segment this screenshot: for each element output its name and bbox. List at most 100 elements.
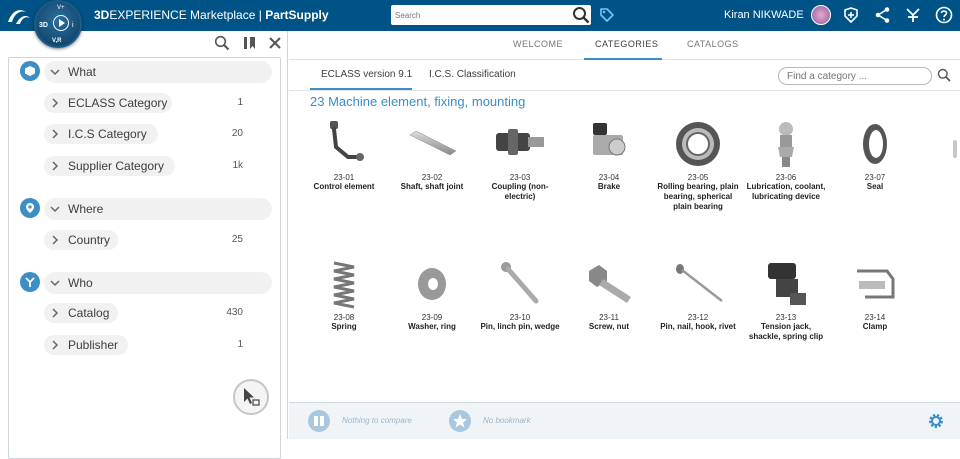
filter-item-country[interactable]: Country 25 — [44, 230, 243, 250]
compass-top-label: V+ — [57, 5, 65, 11]
category-code: 23-12 — [687, 313, 709, 322]
search-box[interactable] — [391, 5, 591, 25]
category-name: Washer, ring — [408, 322, 456, 331]
category-code: 23-11 — [599, 313, 619, 322]
bottom-bar: Nothing to compare No bookmark — [289, 402, 960, 439]
select-mode-button[interactable] — [233, 379, 269, 415]
category-card[interactable]: 23-11 Screw, nut — [568, 257, 650, 332]
category-name: Screw, nut — [588, 322, 630, 331]
item-label: Publisher — [68, 338, 119, 352]
category-code: 23-02 — [421, 173, 443, 182]
category-card[interactable]: 23-07 Seal — [834, 117, 916, 192]
nail-icon — [676, 264, 723, 302]
item-label: Supplier Category — [68, 159, 165, 173]
section-label: Where — [68, 202, 104, 216]
category-card[interactable]: 23-08 Spring — [303, 257, 385, 332]
category-card[interactable]: 23-04 Brake — [568, 117, 650, 192]
avatar[interactable] — [811, 5, 831, 25]
category-code: 23-14 — [864, 313, 886, 322]
tab-ics[interactable]: I.C.S. Classification — [429, 69, 516, 80]
help-icon[interactable] — [935, 6, 953, 24]
section-what[interactable]: What — [44, 61, 272, 83]
search-input[interactable] — [395, 8, 565, 22]
tab-categories[interactable]: CATEGORIES — [595, 39, 658, 49]
category-name: Seal — [866, 182, 884, 191]
cursor-icon — [244, 388, 260, 406]
filter-item-eclass-category[interactable]: ECLASS Category 1 — [44, 93, 243, 113]
search-filter-icon[interactable] — [214, 35, 230, 51]
category-card[interactable]: 23-13 Tension jack, shackle, spring clip — [745, 257, 827, 342]
item-label: Catalog — [68, 306, 110, 320]
section-where[interactable]: Where — [44, 198, 272, 220]
chevron-right-icon[interactable] — [49, 339, 61, 351]
section-who[interactable]: Who — [44, 272, 272, 294]
active-subtab-indicator — [310, 88, 412, 90]
classification-tabs: ECLASS version 9.1 I.C.S. Classification — [289, 61, 960, 91]
close-icon[interactable] — [267, 35, 283, 51]
category-card[interactable]: 23-10 Pin, linch pin, wedge — [479, 257, 561, 332]
dassault-logo-icon[interactable] — [6, 6, 32, 26]
item-label: Country — [68, 233, 111, 247]
share-icon[interactable] — [874, 6, 892, 24]
chevron-down-icon[interactable] — [49, 66, 61, 78]
coupling-icon — [496, 129, 544, 155]
chevron-right-icon[interactable] — [49, 234, 61, 246]
play-icon[interactable] — [53, 15, 69, 31]
filter-item-catalog[interactable]: Catalog 430 — [44, 303, 243, 323]
category-card[interactable]: 23-06 Lubrication, coolant, lubricating … — [745, 117, 827, 202]
seal-icon — [863, 124, 887, 164]
category-code: 23-13 — [775, 313, 797, 322]
compass[interactable]: V+ 3D i V,R — [34, 0, 82, 48]
category-name: Control element — [313, 182, 375, 191]
spring-icon — [333, 261, 355, 309]
compare-icon[interactable] — [308, 410, 330, 432]
tension-jack-icon — [768, 263, 806, 305]
search-icon[interactable] — [937, 68, 951, 82]
chevron-right-icon[interactable] — [49, 307, 61, 319]
category-card[interactable]: 23-05 Rolling bearing, plain bearing, sp… — [657, 117, 739, 212]
screw-icon — [589, 265, 631, 303]
tab-catalogs[interactable]: CATALOGS — [687, 39, 739, 49]
category-card[interactable]: 23-01 Control element — [303, 117, 385, 192]
category-name: Pin, linch pin, wedge — [480, 322, 560, 331]
category-code: 23-06 — [775, 173, 797, 182]
search-icon[interactable] — [572, 6, 590, 24]
tab-eclass[interactable]: ECLASS version 9.1 — [321, 69, 412, 80]
tag-icon[interactable] — [599, 7, 615, 23]
category-card[interactable]: 23-12 Pin, nail, hook, rivet — [657, 257, 739, 332]
category-name: Coupling (non-electric) — [491, 182, 549, 201]
filter-item-publisher[interactable]: Publisher 1 — [44, 335, 243, 355]
category-code: 23-08 — [333, 313, 355, 322]
main-tabs: WELCOME CATEGORIES CATALOGS — [289, 31, 960, 60]
apps-icon[interactable] — [904, 6, 922, 24]
add-content-icon[interactable] — [842, 6, 860, 24]
filter-item-supplier-category[interactable]: Supplier Category 1k — [44, 156, 243, 176]
chevron-right-icon[interactable] — [49, 97, 61, 109]
sort-icon[interactable] — [241, 35, 257, 51]
gear-icon[interactable] — [927, 412, 945, 430]
category-card[interactable]: 23-14 Clamp — [834, 257, 916, 332]
find-category-input[interactable] — [778, 67, 932, 85]
category-card[interactable]: 23-02 Shaft, shaft joint — [391, 117, 473, 192]
category-code: 23-04 — [598, 173, 620, 182]
filter-item-ics-category[interactable]: I.C.S Category 20 — [44, 124, 243, 144]
bookmark-icon[interactable] — [449, 410, 471, 432]
chevron-down-icon[interactable] — [49, 277, 61, 289]
control-element-icon — [330, 121, 364, 161]
chevron-right-icon[interactable] — [49, 160, 61, 172]
scrollbar-thumb[interactable] — [953, 140, 957, 158]
clamp-icon — [857, 269, 895, 299]
category-card[interactable]: 23-03 Coupling (non-electric) — [479, 117, 561, 202]
tab-welcome[interactable]: WELCOME — [513, 39, 563, 49]
section-label: What — [68, 65, 97, 79]
bookmark-status: No bookmark — [483, 416, 531, 425]
category-name: Clamp — [862, 322, 888, 331]
chevron-down-icon[interactable] — [49, 203, 61, 215]
category-card[interactable]: 23-09 Washer, ring — [391, 257, 473, 332]
category-name: Rolling bearing, plain bearing, spherica… — [657, 182, 739, 211]
user-name[interactable]: Kiran NIKWADE — [724, 9, 804, 21]
pin-icon — [501, 262, 539, 304]
item-count: 1 — [237, 97, 243, 108]
chevron-right-icon[interactable] — [49, 128, 61, 140]
category-code: 23-09 — [421, 313, 443, 322]
